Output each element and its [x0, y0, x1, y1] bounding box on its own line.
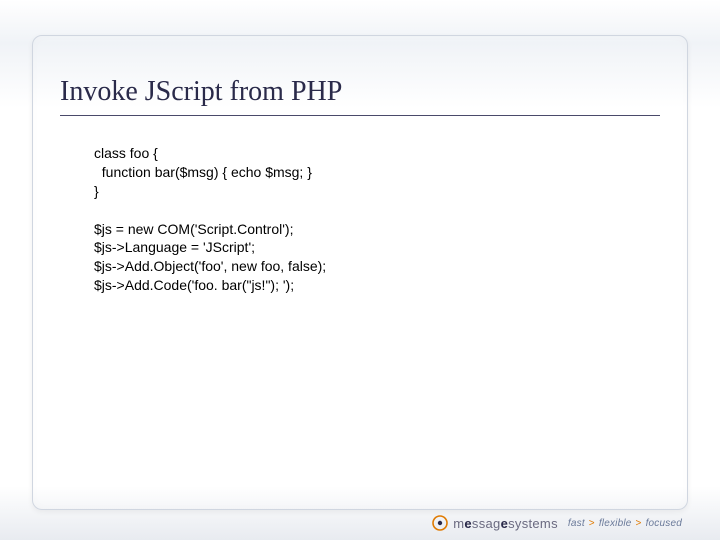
logo-seg-2: e	[464, 516, 472, 531]
chevron-right-icon: >	[636, 518, 642, 529]
code-block: class foo { function bar($msg) { echo $m…	[94, 144, 640, 295]
logo-seg-4: e	[501, 516, 509, 531]
slide-title: Invoke JScript from PHP	[60, 76, 660, 108]
slide: Invoke JScript from PHP class foo { func…	[0, 0, 720, 540]
footer: messagesystems fast > flexible > focused	[432, 515, 682, 531]
tagline-word-3: focused	[646, 518, 682, 529]
tagline-word-2: flexible	[599, 518, 632, 529]
logo: messagesystems	[432, 515, 558, 531]
tagline-word-1: fast	[568, 518, 585, 529]
logo-mark-icon	[432, 515, 448, 531]
logo-seg-3: ssag	[472, 516, 501, 531]
logo-text: messagesystems	[453, 516, 558, 531]
logo-seg-5: systems	[508, 516, 558, 531]
title-underline	[60, 115, 660, 116]
chevron-right-icon: >	[589, 518, 595, 529]
logo-seg-1: m	[453, 516, 464, 531]
tagline: fast > flexible > focused	[568, 518, 682, 529]
